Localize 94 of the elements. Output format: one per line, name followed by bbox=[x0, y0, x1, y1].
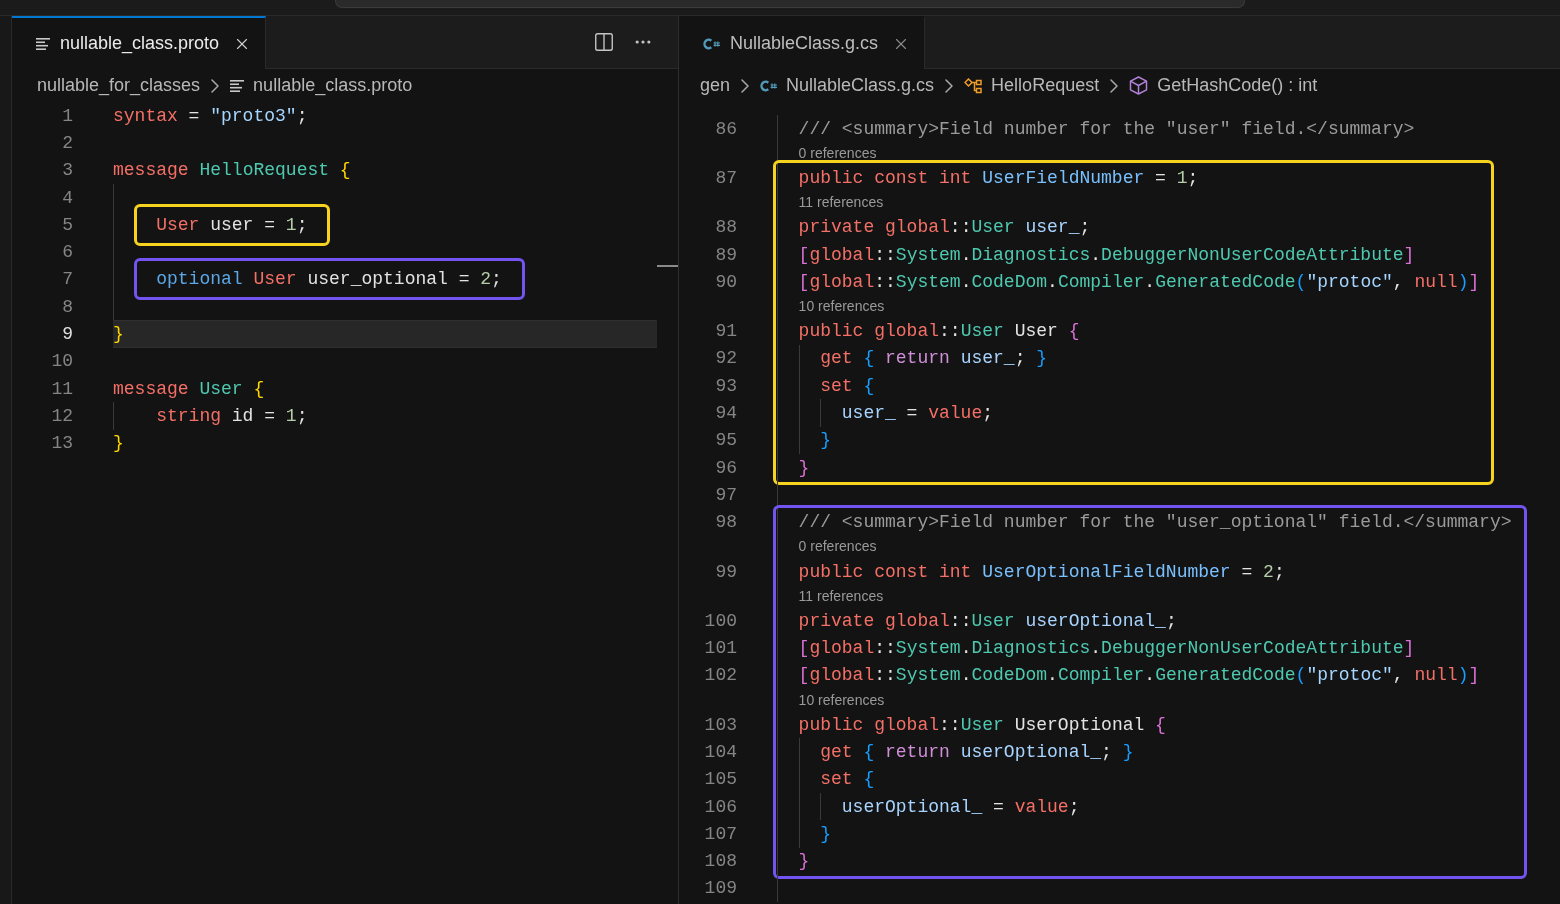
line-number: 10 bbox=[51, 352, 73, 371]
chevron-right-icon bbox=[211, 78, 220, 93]
line-number: 13 bbox=[51, 434, 73, 453]
line-number: 108 bbox=[704, 852, 737, 871]
editor-tab[interactable]: nullable_class.proto bbox=[12, 16, 267, 69]
code-line: set { bbox=[820, 376, 875, 395]
class-symbol-icon bbox=[964, 77, 983, 94]
code-line: message HelloRequest { bbox=[113, 161, 351, 180]
cube-icon bbox=[1129, 76, 1149, 95]
line-number: 98 bbox=[715, 513, 737, 532]
code-line: get { return userOptional_; } bbox=[820, 743, 1134, 761]
references-link[interactable]: 11 references bbox=[798, 192, 884, 214]
code-line: /// <summary>Field number for the "user_optional" field.</summary> bbox=[798, 513, 1512, 532]
line-number: 5 bbox=[62, 215, 73, 234]
position-marker-icon bbox=[657, 265, 678, 267]
line-number: 96 bbox=[715, 458, 737, 477]
line-number: 91 bbox=[715, 322, 737, 341]
line-number: 7 bbox=[62, 270, 73, 289]
references-link[interactable]: 0 references bbox=[798, 142, 877, 164]
code-line: [global::System.Diagnostics.DebuggerNonUserCodeAttribute] bbox=[798, 245, 1415, 264]
line-number: 2 bbox=[62, 133, 73, 152]
text-lines-icon bbox=[36, 37, 50, 50]
code-line: public const int UserOptionalFieldNumber = 2; bbox=[798, 562, 1285, 581]
line-number: 88 bbox=[715, 218, 737, 237]
breadcrumb-item[interactable]: HelloRequest bbox=[964, 72, 1100, 99]
code-line: } bbox=[820, 824, 831, 843]
line-number: 105 bbox=[704, 770, 737, 789]
code-line: syntax = "proto3"; bbox=[113, 106, 308, 125]
code-line: /// <summary>Field number for the "user" field.</summary> bbox=[798, 119, 1415, 138]
breadcrumb-item[interactable]: GetHashCode() : int bbox=[1129, 72, 1318, 99]
references-link[interactable]: 11 references bbox=[798, 585, 884, 607]
code-line: } bbox=[113, 325, 124, 343]
line-number: 109 bbox=[704, 879, 737, 898]
line-number: 104 bbox=[704, 743, 737, 761]
code-line: } bbox=[820, 431, 831, 450]
references-link[interactable]: 0 references bbox=[798, 536, 877, 558]
chevron-right-icon bbox=[741, 78, 750, 93]
code-line: userOptional_ = value; bbox=[841, 797, 1080, 816]
code-line: user_ = value; bbox=[841, 404, 994, 422]
line-number: 3 bbox=[62, 161, 73, 180]
breadcrumb-item[interactable]: nullable_class.proto bbox=[230, 72, 413, 99]
code-line: } bbox=[798, 458, 810, 477]
line-number: 102 bbox=[704, 666, 737, 685]
line-number: 87 bbox=[715, 168, 737, 187]
code-line: string id = 1; bbox=[156, 406, 308, 425]
references-link[interactable]: 10 references bbox=[798, 689, 885, 711]
line-number: 11 bbox=[51, 379, 73, 398]
line-number: 86 bbox=[715, 119, 737, 138]
line-number: 4 bbox=[62, 188, 73, 207]
code-line: get { return user_; } bbox=[820, 349, 1048, 368]
code-line: public const int UserFieldNumber = 1; bbox=[798, 168, 1199, 187]
code-line: [global::System.CodeDom.Compiler.GeneratedCode("protoc", null)] bbox=[798, 666, 1480, 685]
line-number: 95 bbox=[715, 431, 737, 450]
chevron-right-icon bbox=[945, 78, 954, 93]
code-line: } bbox=[798, 852, 810, 871]
code-line: set { bbox=[820, 770, 875, 789]
line-number: 9 bbox=[62, 325, 73, 343]
references-link[interactable]: 10 references bbox=[798, 296, 885, 317]
line-number: 93 bbox=[715, 376, 737, 395]
line-number: 89 bbox=[715, 245, 737, 264]
line-number: 106 bbox=[704, 797, 737, 816]
line-number: 103 bbox=[704, 715, 737, 734]
line-number: 97 bbox=[715, 485, 737, 504]
code-line: public global::User User { bbox=[798, 322, 1080, 341]
line-number: 1 bbox=[62, 106, 73, 125]
line-number: 100 bbox=[704, 611, 737, 630]
chevron-right-icon bbox=[1110, 78, 1119, 93]
breadcrumb-item[interactable]: gen bbox=[700, 72, 731, 99]
code-line: private global::User user_; bbox=[798, 218, 1091, 237]
editor-tab[interactable]: NullableClass.g.cs bbox=[679, 16, 926, 69]
breadcrumb-item[interactable]: nullable_for_classes bbox=[37, 72, 201, 99]
code-line: optional User user_optional = 2; bbox=[156, 270, 502, 289]
code-line: [global::System.Diagnostics.DebuggerNonUserCodeAttribute] bbox=[798, 639, 1415, 658]
line-number: 90 bbox=[715, 272, 737, 291]
breadcrumb-item[interactable]: NullableClass.g.cs bbox=[760, 72, 935, 99]
line-number: 12 bbox=[51, 406, 73, 425]
code-line: [global::System.CodeDom.Compiler.GeneratedCode("protoc", null)] bbox=[798, 272, 1480, 291]
split-editor-icon[interactable] bbox=[593, 31, 615, 53]
code-line: message User { bbox=[113, 379, 265, 398]
line-number: 6 bbox=[62, 243, 73, 262]
code-line: private global::User userOptional_; bbox=[798, 611, 1177, 630]
text-lines-icon bbox=[230, 79, 245, 92]
code-line: User user = 1; bbox=[156, 215, 308, 234]
line-number: 92 bbox=[715, 349, 737, 368]
code-line: public global::User UserOptional { bbox=[798, 715, 1166, 734]
search-field[interactable] bbox=[335, 0, 1245, 8]
code-line: } bbox=[113, 434, 124, 453]
csharp-icon bbox=[760, 78, 778, 93]
line-number: 101 bbox=[704, 639, 737, 658]
line-number: 8 bbox=[62, 297, 73, 316]
csharp-icon bbox=[703, 36, 720, 51]
line-number: 94 bbox=[715, 404, 737, 422]
line-number: 99 bbox=[715, 562, 737, 581]
line-number: 107 bbox=[704, 824, 737, 843]
